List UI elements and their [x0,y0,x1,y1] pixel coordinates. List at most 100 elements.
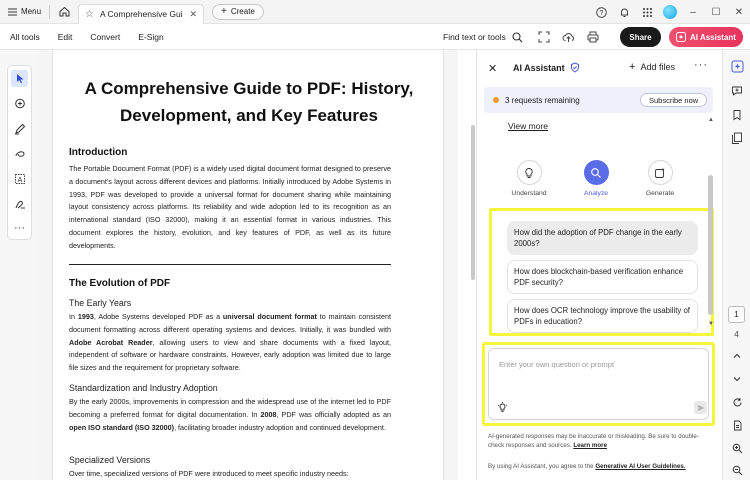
notifications-icon[interactable] [617,5,631,19]
comments-icon[interactable] [729,83,745,99]
share-button[interactable]: Share [620,27,661,47]
suggestion-chip[interactable]: How does OCR technology improve the usab… [507,299,698,333]
understand-label: Understand [511,190,547,197]
main-toolbar: All tools Edit Convert E-Sign Find text … [0,24,750,50]
pages-thumbnail-icon[interactable] [729,130,745,146]
document-scrollbar[interactable] [471,125,475,280]
document-tab[interactable]: ☆ A Comprehensive Guid... ✕ [78,3,205,24]
menu-edit[interactable]: Edit [49,32,82,42]
paragraph-introduction: The Portable Document Format (PDF) is a … [69,164,391,250]
right-rail: 1 4 [722,50,750,480]
paragraph-early-years: In 1993, Adobe Systems developed PDF as … [69,312,391,373]
suggestion-chip[interactable]: How does blockchain-based verification e… [507,260,698,294]
help-icon[interactable]: ? [594,5,608,19]
understand-action[interactable]: Understand [509,160,549,197]
document-title: A Comprehensive Guide to PDF: History, D… [84,79,414,125]
page-down-icon[interactable] [729,371,745,387]
paragraph-standardization: By the early 2000s, improvements in comp… [69,397,391,432]
page-number-input[interactable]: 1 [728,306,745,323]
star-icon[interactable]: ☆ [85,9,94,20]
understand-icon [516,160,542,185]
more-options-icon[interactable]: ··· [694,59,708,71]
prompt-suggestions-icon[interactable] [497,402,508,413]
create-button[interactable]: + Create [212,3,264,20]
panel-scroll-down-icon[interactable]: ▼ [708,321,714,327]
quick-tools-palette: A ··· [7,65,32,240]
search-icon [512,31,523,42]
generate-label: Generate [645,190,675,197]
requests-remaining-text: 3 requests remaining [505,95,580,105]
user-avatar[interactable] [663,5,677,19]
more-tools-icon[interactable]: ··· [11,219,28,236]
subscribe-button[interactable]: Subscribe now [640,93,708,107]
apps-grid-icon[interactable] [640,5,654,19]
text-box-icon[interactable]: A [11,170,28,187]
add-files-label: Add files [640,62,675,72]
suggested-questions: How did the adoption of PDF change in th… [489,208,714,336]
panel-title: AI Assistant [513,63,565,73]
zoom-in-icon[interactable] [729,440,745,456]
minimize-icon[interactable]: – [686,5,700,19]
close-tab-icon[interactable]: ✕ [189,9,197,20]
close-panel-icon[interactable]: ✕ [488,62,497,75]
page-total: 4 [734,330,739,339]
plus-icon: + [221,6,227,17]
add-files-button[interactable]: + Add files [629,61,675,73]
maximize-icon[interactable]: ☐ [709,5,723,19]
svg-text:A: A [17,177,22,184]
add-comment-icon[interactable] [11,95,28,112]
refresh-icon[interactable] [729,394,745,410]
bookmark-icon[interactable] [729,107,745,123]
draw-freeform-icon[interactable] [11,145,28,162]
generate-icon [647,160,673,185]
view-more-link[interactable]: View more [508,121,548,131]
scan-icon[interactable] [538,31,550,43]
guidelines-link[interactable]: Generative AI User Guidelines. [595,463,685,470]
document-viewer: A Comprehensive Guide to PDF: History, D… [38,50,458,480]
create-label: Create [230,7,255,16]
panel-scrollbar[interactable] [708,120,713,320]
home-button[interactable] [50,0,78,24]
ai-panel-toggle-icon[interactable] [729,58,745,74]
plus-icon: + [629,61,636,73]
find-tools[interactable]: Find text or tools [443,24,523,50]
menu-convert[interactable]: Convert [81,32,129,42]
prompt-input[interactable]: Enter your own question or prompt [488,348,709,420]
generate-action[interactable]: Generate [640,160,680,197]
suggestion-chip[interactable]: How did the adoption of PDF change in th… [507,221,698,255]
find-label: Find text or tools [443,32,506,42]
cloud-upload-icon[interactable] [562,31,575,43]
prompt-placeholder: Enter your own question or prompt [499,360,615,369]
panel-scrollbar-thumb[interactable] [708,175,713,315]
analyze-action[interactable]: Analyze [576,160,616,197]
select-tool-icon[interactable] [11,70,28,87]
menu-button[interactable]: Menu [0,0,49,24]
title-bar: Menu ☆ A Comprehensive Guid... ✕ + Creat… [0,0,750,24]
highlight-pen-icon[interactable] [11,120,28,137]
tab-title: A Comprehensive Guid... [99,9,183,19]
ai-assistant-icon [676,32,687,42]
pdf-page: A Comprehensive Guide to PDF: History, D… [52,50,444,480]
window-controls: ? – ☐ ✕ [594,0,746,24]
zoom-out-icon[interactable] [729,462,745,478]
prompt-input-area: Enter your own question or prompt [482,342,715,426]
analyze-label: Analyze [583,190,609,197]
panel-scroll-up-icon[interactable]: ▲ [708,117,714,123]
page-up-icon[interactable] [729,348,745,364]
close-window-icon[interactable]: ✕ [732,5,746,19]
send-button[interactable] [694,401,707,414]
stamp-sign-icon[interactable] [11,195,28,212]
heading-standardization: Standardization and Industry Adoption [69,383,218,393]
print-icon[interactable] [587,31,599,43]
menu-e-sign[interactable]: E-Sign [129,32,173,42]
paragraph-specialized-versions: Over time, specialized versions of PDF w… [69,469,349,478]
send-icon [697,404,704,411]
ai-disclaimer: AI-generated responses may be inaccurate… [488,433,699,449]
learn-more-link[interactable]: Learn more [573,442,607,449]
hamburger-icon [8,8,17,15]
heading-specialized-versions: Specialized Versions [69,455,151,465]
menu-all-tools[interactable]: All tools [0,32,49,42]
save-page-icon[interactable] [729,417,745,433]
ai-assistant-button[interactable]: AI Assistant [669,27,743,47]
menu-label: Menu [21,7,42,16]
